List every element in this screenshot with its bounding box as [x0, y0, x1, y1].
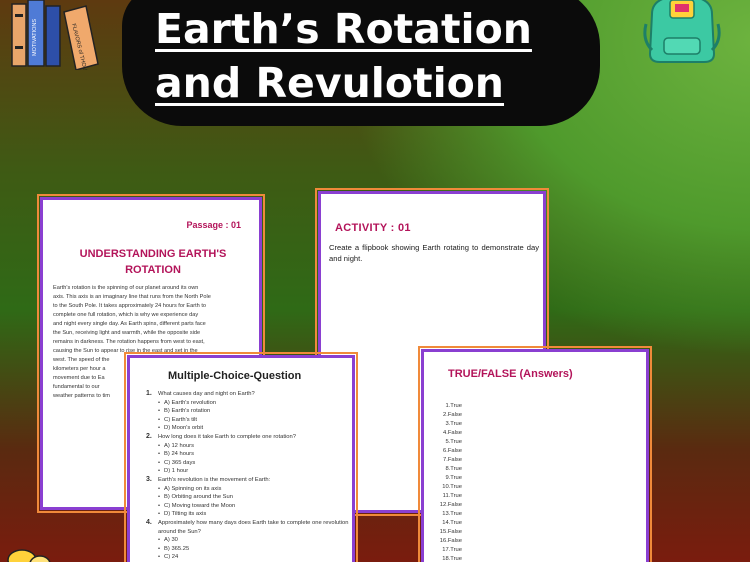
- mcq-option: C) Moving toward the Moon: [146, 502, 351, 511]
- tf-answer: 7.False: [442, 457, 462, 463]
- backpack-icon: [643, 0, 721, 63]
- mcq-option: C) 24: [146, 553, 351, 562]
- tf-answer: 16.False: [439, 538, 462, 544]
- passage-line: to the South Pole. It takes approximatel…: [53, 303, 206, 309]
- tf-answer: 3.True: [445, 421, 462, 427]
- tf-answer: 5.True: [445, 439, 462, 445]
- mcq-question-number: 4.: [146, 518, 152, 526]
- tf-answer: 1.True: [445, 403, 462, 409]
- tf-answer: 13.True: [442, 511, 462, 517]
- passage-heading: UNDERSTANDING EARTH'S ROTATION: [79, 248, 227, 276]
- tf-title: TRUE/FALSE (Answers): [448, 368, 573, 380]
- tf-card: TRUE/FALSE (Answers) 1.True 2.False 3.True…: [418, 346, 652, 562]
- mcq-question-number: 1.: [146, 390, 152, 397]
- mcq-question: 4. Approximately how many days does Earth…: [146, 519, 351, 536]
- books-icon: MOTIVATIONS FLAVORS of THOUGHT: [11, 0, 99, 70]
- page-title: Earth’s Rotation and Revulotion: [155, 5, 532, 107]
- tf-answer: 4.False: [442, 430, 462, 436]
- passage-label: Passage : 01: [186, 220, 241, 230]
- mcq-question-number: 2.: [146, 432, 152, 440]
- passage-line: Earth's rotation is the spinning of our …: [53, 285, 199, 291]
- mcq-list: 1. What causes day and night on Earth? A) …: [146, 390, 351, 562]
- mcq-question: 2. How long does it take Earth to complet…: [146, 433, 351, 442]
- mcq-question-text: What causes day and night on Earth?: [158, 391, 255, 397]
- passage-line: and night every single day. As Earth spi…: [53, 321, 206, 327]
- tf-answer: 18.True: [442, 556, 462, 562]
- mcq-option: C) 365 days: [146, 459, 351, 468]
- mcq-question-text: Approximately how many days does Earth t…: [158, 519, 349, 535]
- mcq-question-text: How long does it take Earth to complete …: [158, 433, 296, 440]
- mcq-option: D) 1 hour: [146, 467, 351, 476]
- mcq-option: A) 12 hours: [146, 442, 351, 451]
- tf-list: 1.True 2.False 3.True 4.False 5.True 6.False 7…: [438, 402, 462, 562]
- tf-answer: 12.False: [439, 502, 462, 508]
- mcq-option: B) Orbiting around the Sun: [146, 493, 351, 502]
- mcq-option: A) 30: [146, 536, 351, 545]
- mcq-card: Multiple-Choice-Question 1. What causes d…: [124, 352, 358, 562]
- activity-label: ACTIVITY : 01: [335, 222, 411, 234]
- tf-answer: 10.True: [442, 484, 462, 490]
- mcq-option: A) Spinning on its axis: [146, 485, 351, 494]
- tf-answer: 2.False: [442, 412, 462, 418]
- tf-answer: 15.False: [439, 529, 462, 535]
- mcq-question-text: Earth's revolution is the movement of Ea…: [158, 476, 271, 483]
- mcq-option: A) Earth's revolution: [146, 399, 351, 408]
- book-spine-text: MOTIVATIONS: [32, 19, 38, 56]
- mcq-title: Multiple-Choice-Question: [168, 370, 302, 382]
- passage-line: remains in darkness. The rotation happen…: [53, 339, 205, 345]
- tf-answer: 14.True: [442, 520, 462, 526]
- mcq-option: B) Earth's rotation: [146, 407, 351, 416]
- passage-line: axis. This axis is an imaginary line tha…: [53, 294, 211, 300]
- passage-line: the Sun, receiving light and warmth, whi…: [53, 330, 201, 336]
- tf-answer: 11.True: [442, 493, 462, 499]
- tf-answer: 17.True: [442, 547, 462, 553]
- tf-answer: 6.False: [442, 448, 462, 454]
- scene: MOTIVATIONS FLAVORS of THOUGHT Earth’s R…: [0, 0, 750, 562]
- mcq-option: B) 365.25: [146, 545, 351, 554]
- activity-body: Create a flipbook showing Earth rotating…: [329, 243, 539, 263]
- mcq-question: 1. What causes day and night on Earth?: [146, 390, 351, 399]
- tf-answer: 9.True: [445, 475, 462, 481]
- passage-line: complete one full rotation, which is why…: [53, 312, 199, 318]
- tf-answer: 8.True: [445, 466, 462, 472]
- mcq-option: B) 24 hours: [146, 450, 351, 459]
- mcq-question-number: 3.: [146, 475, 152, 483]
- mcq-question: 3. Earth's revolution is the movement of …: [146, 476, 351, 485]
- flower-icon: [7, 549, 51, 562]
- mcq-option: D) Tilting its axis: [146, 510, 351, 519]
- mcq-option: C) Earth's tilt: [146, 416, 351, 425]
- mcq-option: D) Moon's orbit: [146, 424, 351, 433]
